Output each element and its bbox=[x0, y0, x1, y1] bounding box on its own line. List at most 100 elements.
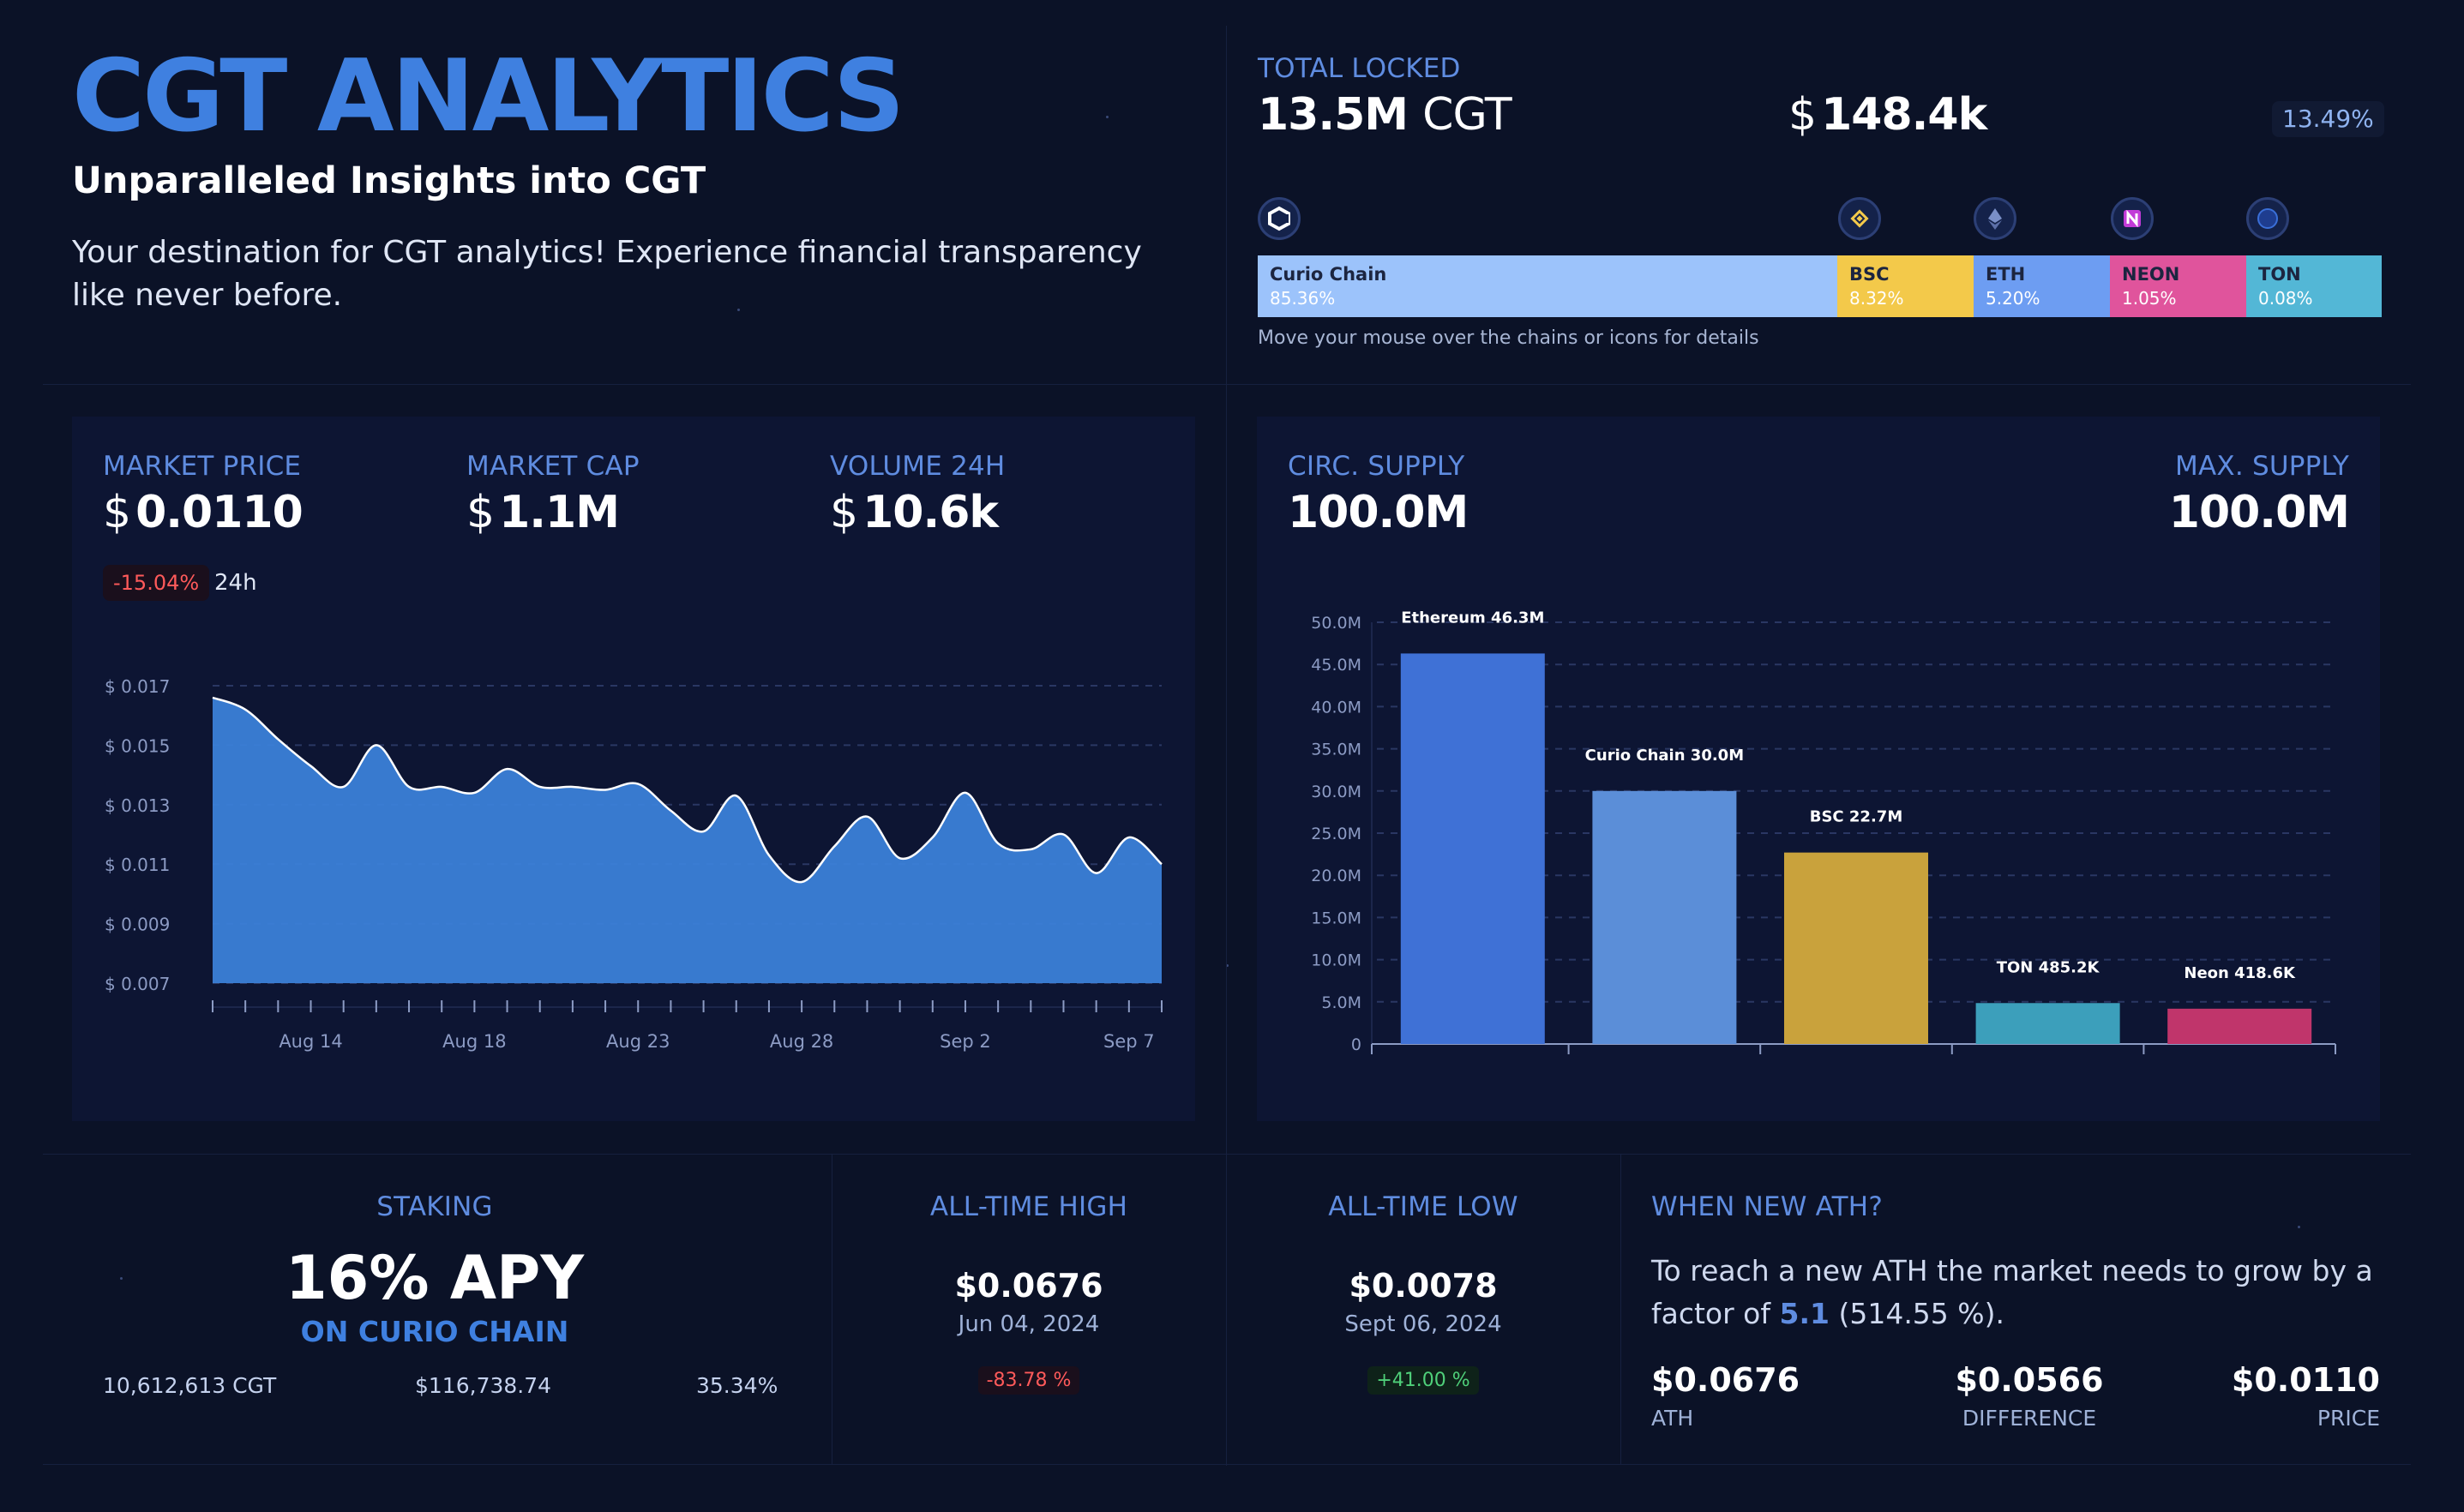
price-area-chart[interactable]: $ 0.017 $ 0.015 $ 0.013 $ 0.011 $ 0.009 $ 0.0… bbox=[86, 660, 1183, 1063]
eth-icon[interactable] bbox=[1974, 197, 2016, 240]
new-ath-section: WHEN NEW ATH? To reach a new ATH the mar… bbox=[1620, 1154, 2411, 1464]
price-change-badge: -15.04% bbox=[103, 565, 210, 601]
supply-bar bbox=[2167, 1008, 2312, 1044]
bar-data-label: BSC 22.7M bbox=[1810, 808, 1902, 826]
circ-supply-label: CIRC. SUPPLY bbox=[1288, 451, 1465, 482]
y-tick-label: $ 0.015 bbox=[105, 735, 170, 756]
y-tick-label: 0 bbox=[1351, 1035, 1361, 1054]
chain-percent: 85.36% bbox=[1270, 288, 1336, 309]
page-description: Your destination for CGT analytics! Expe… bbox=[72, 235, 1142, 313]
chain-name: Curio Chain bbox=[1270, 264, 1387, 285]
y-tick-label: 5.0M bbox=[1321, 993, 1361, 1012]
bar-data-label: Curio Chain 30.0M bbox=[1585, 747, 1744, 765]
staking-percent: 35.34% bbox=[696, 1373, 778, 1398]
chain-segment-curio[interactable]: Curio Chain 85.36% bbox=[1258, 255, 1837, 317]
y-tick-label: 30.0M bbox=[1311, 783, 1361, 801]
chain-name: ETH bbox=[1986, 264, 2026, 285]
header: CGT ANALYTICS Unparalleled Insights into… bbox=[72, 41, 1187, 317]
neon-icon[interactable] bbox=[2111, 197, 2154, 240]
supply-bar bbox=[1592, 790, 1737, 1044]
atl-section: ALL-TIME LOW $0.0078 Sept 06, 2024 +41.0… bbox=[1226, 1154, 1620, 1464]
supply-bar-chart[interactable]: 50.0M 45.0M 40.0M 35.0M 30.0M 25.0M 20.0M 15.0M… bbox=[1274, 591, 2363, 1071]
market-cap-value: 1.1M bbox=[499, 487, 620, 538]
curio-icon[interactable] bbox=[1258, 197, 1301, 240]
y-tick-label: $ 0.011 bbox=[105, 855, 170, 875]
circ-supply-value: 100.0M bbox=[1288, 487, 1469, 538]
y-tick-label: $ 0.007 bbox=[105, 974, 170, 994]
y-tick-label: $ 0.013 bbox=[105, 795, 170, 816]
divider bbox=[43, 1464, 2411, 1465]
y-tick-label: 50.0M bbox=[1311, 614, 1361, 633]
new-ath-price-value: $0.0110 bbox=[2231, 1361, 2380, 1399]
neon-icon-glyph bbox=[2124, 209, 2141, 228]
x-tick-label: Sep 7 bbox=[1103, 1031, 1155, 1052]
atl-label: ALL-TIME LOW bbox=[1328, 1191, 1518, 1222]
y-tick-label: 25.0M bbox=[1311, 825, 1361, 843]
y-tick-label: 20.0M bbox=[1311, 867, 1361, 885]
supply-bar bbox=[1975, 1003, 2120, 1044]
total-locked-label: TOTAL LOCKED bbox=[1258, 53, 1461, 84]
x-tick-label: Aug 23 bbox=[606, 1031, 670, 1052]
bsc-icon-glyph bbox=[1850, 209, 1869, 228]
volume-label: VOLUME 24H bbox=[830, 451, 1006, 482]
chain-hint: Move your mouse over the chains or icons… bbox=[1258, 327, 1759, 349]
new-ath-factor: 5.1 bbox=[1779, 1297, 1830, 1330]
currency-symbol: $ bbox=[466, 487, 495, 538]
chain-percent: 1.05% bbox=[2122, 288, 2177, 309]
eth-icon-glyph bbox=[1988, 208, 2002, 230]
staking-network: ON CURIO CHAIN bbox=[300, 1315, 569, 1348]
total-locked-amount: 13.5M CGT bbox=[1258, 89, 1512, 141]
chain-segment-eth[interactable]: ETH 5.20% bbox=[1974, 255, 2110, 317]
market-cap-label: MARKET CAP bbox=[466, 451, 640, 482]
chain-segment-neon[interactable]: NEON 1.05% bbox=[2110, 255, 2246, 317]
max-supply-value: 100.0M bbox=[2168, 487, 2350, 538]
chain-name: TON bbox=[2258, 264, 2301, 285]
staking-apy: 16% APY bbox=[285, 1243, 585, 1313]
ton-icon-glyph bbox=[2257, 208, 2278, 229]
y-tick-label: 35.0M bbox=[1311, 741, 1361, 759]
x-tick-label: Aug 18 bbox=[442, 1031, 506, 1052]
supply-bar bbox=[1784, 852, 1928, 1044]
x-tick-label: Sep 2 bbox=[940, 1031, 991, 1052]
x-tick-label: Aug 28 bbox=[770, 1031, 833, 1052]
price-area-fill bbox=[213, 697, 1162, 983]
y-tick-label: 15.0M bbox=[1311, 909, 1361, 927]
price-change-period: 24h bbox=[214, 570, 257, 596]
bar-data-label: Neon 418.6K bbox=[2184, 964, 2296, 982]
staking-section: STAKING 16% APY ON CURIO CHAIN 10,612,61… bbox=[72, 1154, 797, 1464]
chain-percent: 0.08% bbox=[2258, 288, 2313, 309]
atl-value: $0.0078 bbox=[1349, 1267, 1498, 1305]
volume-value: 10.6k bbox=[862, 487, 999, 538]
atl-date: Sept 06, 2024 bbox=[1344, 1311, 1502, 1337]
y-tick-label: 45.0M bbox=[1311, 656, 1361, 675]
staking-label: STAKING bbox=[376, 1191, 493, 1222]
market-cap: $1.1M bbox=[466, 487, 620, 538]
new-ath-price-caption: PRICE bbox=[2317, 1406, 2380, 1431]
y-tick-label: 40.0M bbox=[1311, 698, 1361, 717]
market-price-value: 0.0110 bbox=[135, 487, 303, 538]
currency-symbol: $ bbox=[103, 487, 131, 538]
new-ath-sentence: To reach a new ATH the market needs to g… bbox=[1651, 1254, 2373, 1330]
chain-name: NEON bbox=[2122, 264, 2180, 285]
y-tick-label: $ 0.017 bbox=[105, 676, 170, 697]
chain-segment-bsc[interactable]: BSC 8.32% bbox=[1837, 255, 1974, 317]
locked-amount-value: 13.5M bbox=[1258, 89, 1409, 141]
new-ath-text: To reach a new ATH the market needs to g… bbox=[1651, 1250, 2380, 1335]
locked-amount-unit: CGT bbox=[1422, 89, 1512, 141]
ath-label: ALL-TIME HIGH bbox=[929, 1191, 1128, 1222]
page-title: CGT ANALYTICS bbox=[72, 39, 904, 154]
bar-data-label: Ethereum 46.3M bbox=[1401, 609, 1544, 627]
divider bbox=[43, 384, 2411, 385]
staking-usd: $116,738.74 bbox=[415, 1373, 552, 1398]
y-tick-label: 10.0M bbox=[1311, 951, 1361, 970]
bsc-icon[interactable] bbox=[1838, 197, 1881, 240]
ath-section: ALL-TIME HIGH $0.0676 Jun 04, 2024 -83.7… bbox=[832, 1154, 1226, 1464]
currency-symbol: $ bbox=[830, 487, 858, 538]
ath-date: Jun 04, 2024 bbox=[958, 1311, 1100, 1337]
chain-segment-ton[interactable]: TON 0.08% bbox=[2246, 255, 2382, 317]
chain-name: BSC bbox=[1849, 264, 1890, 285]
new-ath-diff-caption: DIFFERENCE bbox=[1962, 1406, 2097, 1431]
ton-icon[interactable] bbox=[2246, 197, 2289, 240]
ath-value: $0.0676 bbox=[954, 1267, 1103, 1305]
staking-amount: 10,612,613 CGT bbox=[103, 1373, 277, 1398]
